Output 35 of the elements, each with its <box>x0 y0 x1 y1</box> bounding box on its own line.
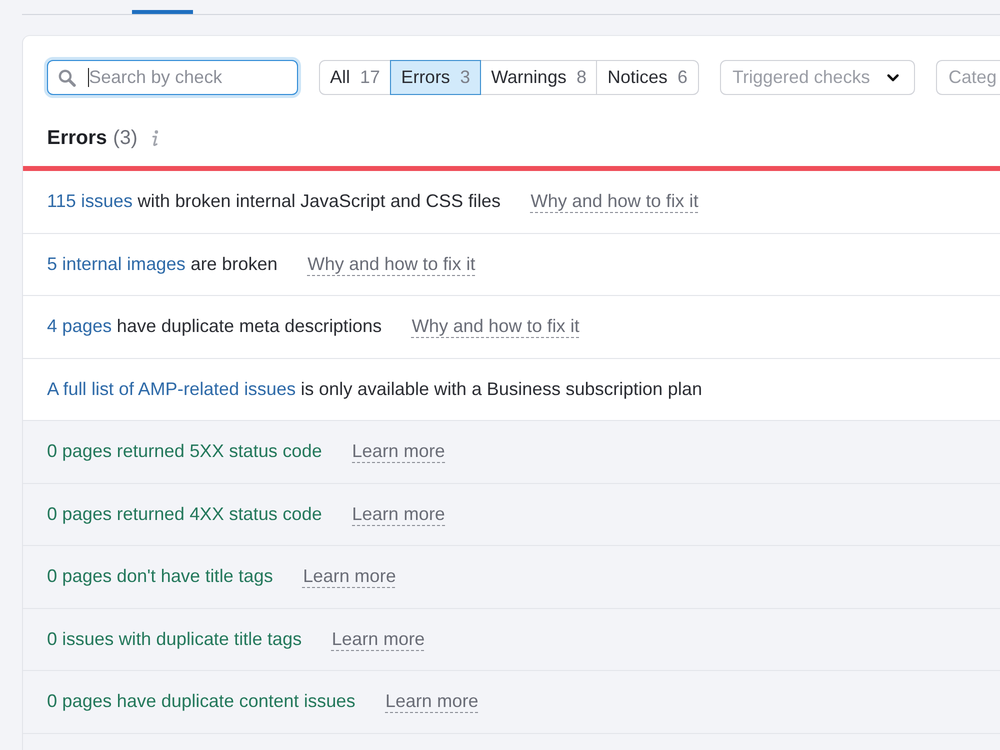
section-count: (3) <box>113 126 138 150</box>
passed-check-text: 0 pages have duplicate content issues <box>47 691 356 712</box>
issue-link[interactable]: A full list of AMP-related issues <box>47 378 296 399</box>
passed-check-text: 0 pages don't have title tags <box>47 566 273 588</box>
text-cursor <box>88 68 89 87</box>
issue-link[interactable]: 115 issues <box>47 191 133 212</box>
filter-tab[interactable]: Notices 6 <box>596 60 699 95</box>
search-icon <box>58 68 76 86</box>
category-dropdown[interactable]: Categ <box>936 60 1000 95</box>
triggered-checks-dropdown[interactable]: Triggered checks <box>720 60 915 95</box>
help-link[interactable]: Learn more <box>352 504 446 525</box>
filter-tab[interactable]: Warnings 8 <box>480 60 598 95</box>
help-link[interactable]: Why and how to fix it <box>308 254 476 275</box>
passed-check-text: 0 issues with duplicate title tags <box>47 628 302 650</box>
issue-link[interactable]: 5 internal images <box>47 254 186 274</box>
info-icon[interactable] <box>150 130 160 146</box>
issue-text: 5 internal images are broken <box>47 254 278 275</box>
help-link[interactable]: Why and how to fix it <box>412 316 580 338</box>
issue-text: 115 issues with broken internal JavaScript and CSS files <box>47 191 501 212</box>
help-link[interactable]: Learn more <box>352 441 446 462</box>
issue-text: A full list of AMP-related issues is only available with a Business subscription plan <box>47 378 702 400</box>
help-link[interactable]: Learn more <box>332 628 425 650</box>
filter-tab[interactable]: All 17 <box>319 60 392 95</box>
help-link[interactable]: Learn more <box>385 691 478 712</box>
section-title: Errors <box>47 126 108 150</box>
issue-text: 4 pages have duplicate meta descriptions <box>47 316 382 338</box>
help-link[interactable]: Learn more <box>302 566 396 588</box>
chevron-down-icon <box>886 74 899 82</box>
active-tab-indicator <box>132 10 193 14</box>
issue-link[interactable]: 4 pages <box>47 316 112 336</box>
passed-check-text: 0 pages returned 5XX status code <box>47 441 322 462</box>
filter-tab[interactable]: Errors 3 <box>390 60 482 95</box>
search-field[interactable]: Search by check <box>47 60 298 95</box>
passed-check-text: 0 pages returned 4XX status code <box>47 504 322 525</box>
help-link[interactable]: Why and how to fix it <box>530 191 698 212</box>
